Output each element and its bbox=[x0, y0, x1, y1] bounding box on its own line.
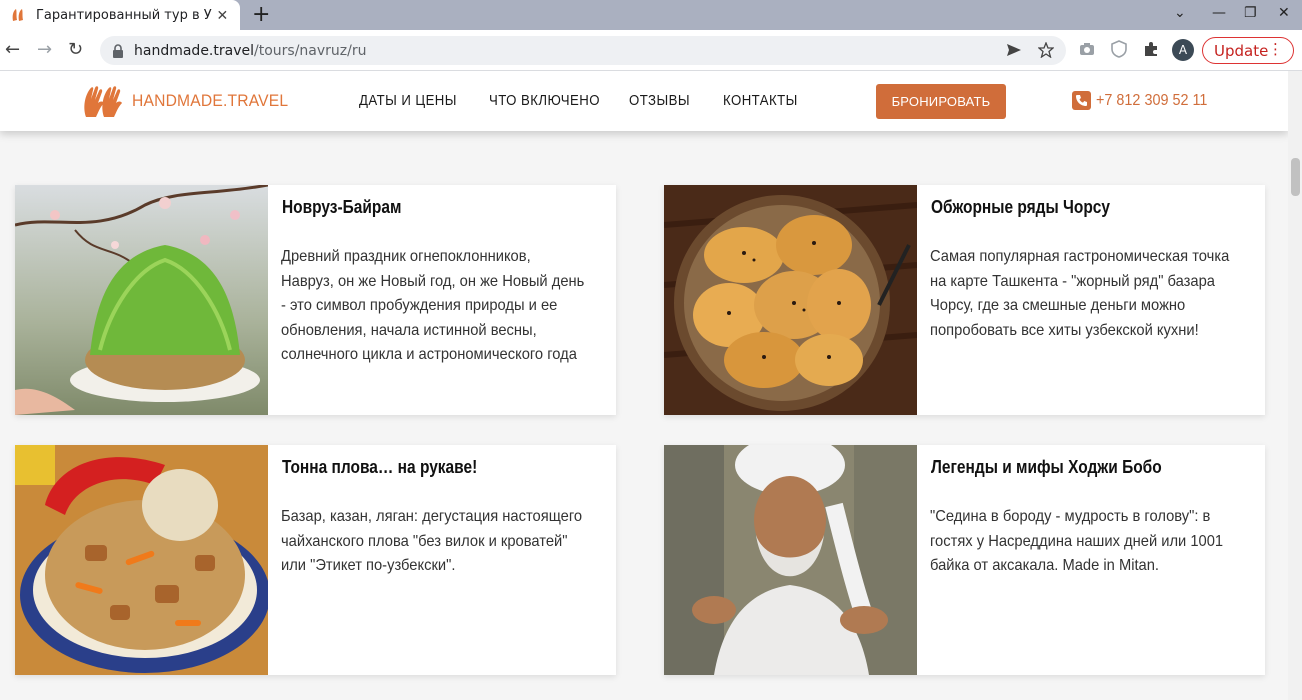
bookmark-star-icon[interactable] bbox=[1038, 42, 1054, 58]
card-description: Древний праздник огнепоклонников, Навруз… bbox=[281, 248, 585, 364]
card-description: Базар, казан, ляган: дегустация настояще… bbox=[281, 508, 583, 575]
send-icon[interactable] bbox=[1006, 43, 1022, 57]
plov-dish-photo bbox=[15, 445, 268, 675]
phone-link[interactable]: +7 812 309 52 11 bbox=[1072, 91, 1220, 110]
forward-arrow-icon[interactable]: → bbox=[37, 39, 52, 61]
feature-card[interactable]: Легенды и мифы Ходжи Бобо "Седина в боро… bbox=[664, 445, 1265, 675]
feature-card[interactable]: Обжорные ряды Чорсу Самая популярная гас… bbox=[664, 185, 1265, 415]
book-button[interactable]: БРОНИРОВАТЬ bbox=[876, 84, 1006, 119]
update-button[interactable]: Update ⋮ bbox=[1202, 37, 1294, 64]
hands-logo-icon bbox=[84, 86, 122, 117]
tab-search-icon[interactable]: ⌄ bbox=[1174, 5, 1186, 21]
url-text: handmade.travel/tours/navruz/ru bbox=[134, 43, 366, 59]
minimize-icon[interactable]: — bbox=[1212, 5, 1226, 21]
browser-toolbar: ← → ↻ handmade.travel/tours/navruz/ru A … bbox=[0, 30, 1302, 71]
restore-icon[interactable]: ❐ bbox=[1244, 5, 1257, 21]
card-title: Тонна плова… на рукаве! bbox=[282, 457, 478, 477]
old-man-turban-photo bbox=[664, 445, 917, 675]
profile-avatar[interactable]: A bbox=[1172, 39, 1194, 61]
site-favicon-icon bbox=[10, 7, 26, 23]
card-title: Новруз-Байрам bbox=[282, 197, 402, 217]
feature-card[interactable]: Новруз-Байрам Древний праздник огнепокло… bbox=[15, 185, 616, 415]
card-title: Легенды и мифы Ходжи Бобо bbox=[931, 457, 1162, 477]
feature-card[interactable]: Тонна плова… на рукаве! Базар, казан, ля… bbox=[15, 445, 616, 675]
back-arrow-icon[interactable]: ← bbox=[5, 39, 20, 61]
sprouted-wheat-photo bbox=[15, 185, 268, 415]
new-tab-button[interactable]: + bbox=[252, 3, 270, 27]
browser-tab[interactable]: Гарантированный тур в У ✕ bbox=[0, 0, 240, 30]
card-description: Самая популярная гастрономическая точка … bbox=[930, 248, 1230, 339]
nav-dates-prices[interactable]: ДАТЫ И ЦЕНЫ bbox=[359, 92, 457, 109]
url-path: /tours/navruz/ru bbox=[254, 42, 367, 59]
more-menu-icon: ⋮ bbox=[1268, 40, 1283, 58]
scrollbar-thumb[interactable] bbox=[1291, 158, 1300, 196]
update-label: Update bbox=[1214, 41, 1269, 60]
tab-close-icon[interactable]: ✕ bbox=[215, 7, 230, 24]
logo-text: HANDMADE.TRAVEL bbox=[132, 91, 289, 110]
nav-whats-included[interactable]: ЧТО ВКЛЮЧЕНО bbox=[489, 92, 600, 109]
camera-extension-icon[interactable] bbox=[1078, 40, 1096, 58]
card-title: Обжорные ряды Чорсу bbox=[931, 197, 1111, 217]
page-scrollbar[interactable] bbox=[1288, 71, 1302, 700]
card-description: "Седина в бороду - мудрость в голову": в… bbox=[930, 508, 1224, 575]
nav-contacts[interactable]: КОНТАКТЫ bbox=[723, 92, 798, 109]
samsa-pastries-photo bbox=[664, 185, 917, 415]
puzzle-extensions-icon[interactable] bbox=[1142, 40, 1160, 58]
lock-icon bbox=[113, 43, 123, 58]
page-viewport: HANDMADE.TRAVEL ДАТЫ И ЦЕНЫ ЧТО ВКЛЮЧЕНО… bbox=[0, 71, 1288, 700]
browser-tab-strip: Гарантированный тур в У ✕ + ⌄ — ❐ ✕ bbox=[0, 0, 1302, 30]
phone-icon bbox=[1072, 91, 1091, 110]
site-header: HANDMADE.TRAVEL ДАТЫ И ЦЕНЫ ЧТО ВКЛЮЧЕНО… bbox=[0, 71, 1288, 131]
close-window-icon[interactable]: ✕ bbox=[1278, 5, 1290, 21]
url-host: handmade.travel bbox=[134, 42, 254, 59]
tab-title: Гарантированный тур в У bbox=[36, 7, 212, 23]
phone-number: +7 812 309 52 11 bbox=[1096, 91, 1208, 109]
address-bar[interactable]: handmade.travel/tours/navruz/ru bbox=[100, 36, 1066, 65]
nav-reviews[interactable]: ОТЗЫВЫ bbox=[629, 92, 690, 109]
site-logo[interactable]: HANDMADE.TRAVEL bbox=[82, 83, 302, 119]
shield-extension-icon[interactable] bbox=[1110, 40, 1128, 58]
reload-icon[interactable]: ↻ bbox=[68, 39, 83, 61]
